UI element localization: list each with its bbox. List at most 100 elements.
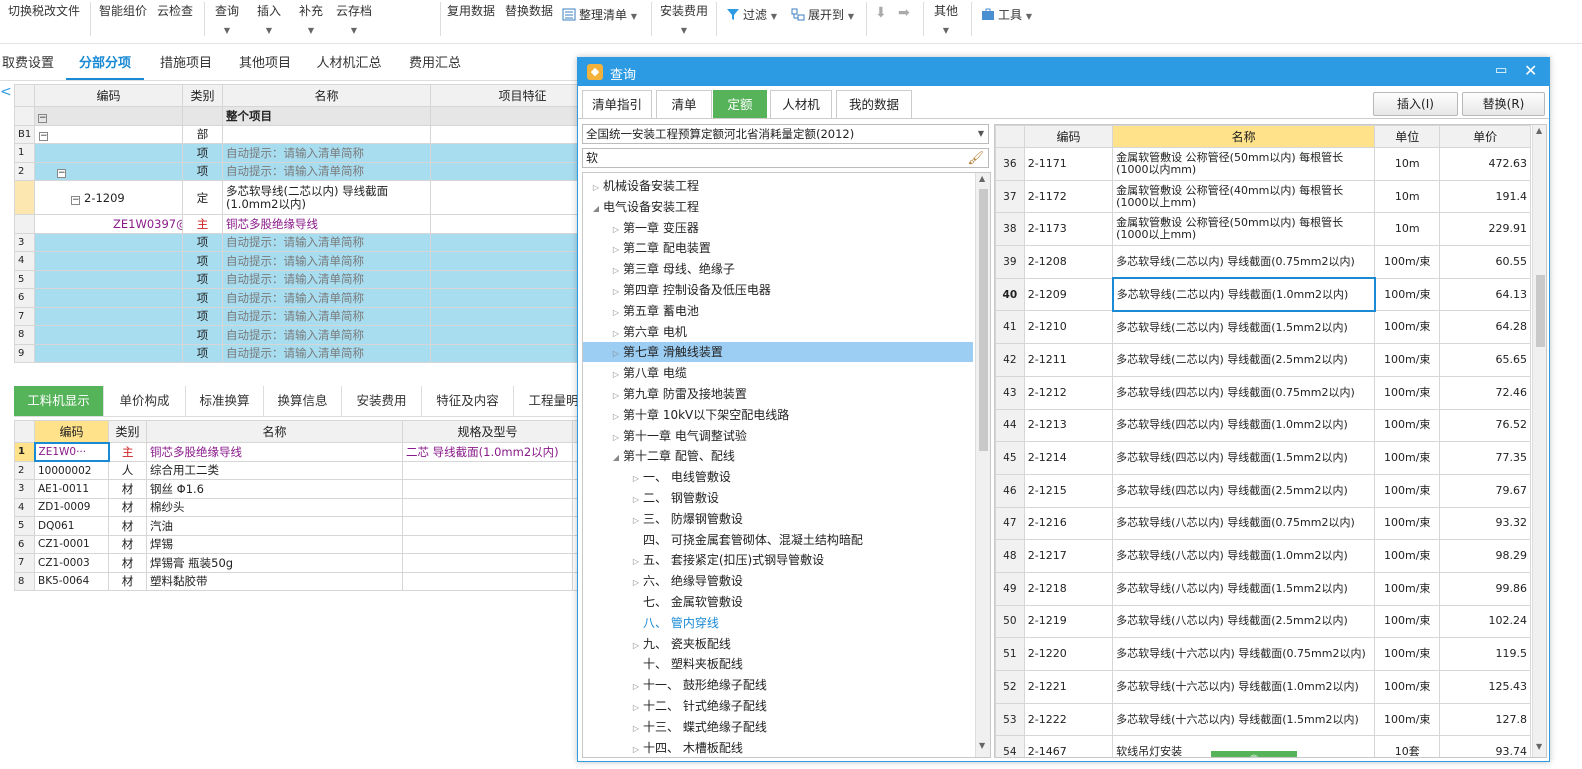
quota-grid-scrollbar[interactable]: ▲ ▼ — [1532, 125, 1546, 757]
price-cell[interactable]: 472.63 — [1439, 147, 1531, 181]
row-number[interactable]: 6 — [14, 288, 35, 308]
caret-right-icon[interactable]: ▷ — [629, 698, 643, 718]
price-cell[interactable]: 64.13 — [1439, 277, 1531, 312]
caret-right-icon[interactable]: ▷ — [629, 740, 643, 757]
tree-item[interactable]: ▷ 第八章 电缆 — [583, 363, 973, 383]
type-cell[interactable]: 部 — [182, 124, 223, 144]
code-cell[interactable]: CZ1-0001 — [34, 534, 109, 554]
code-cell[interactable]: ZD1-0009 — [34, 497, 109, 517]
table-row[interactable]: 6 项自动提示：请输入清单简称 — [14, 288, 578, 308]
price-cell[interactable]: 99.86 — [1439, 571, 1531, 606]
name-cell[interactable]: 多芯软导线(八芯以内) 导线截面(0.75mm2以内) — [1112, 506, 1376, 541]
price-cell[interactable]: 229.91 — [1439, 212, 1531, 247]
name-cell[interactable]: 金属软管敷设 公称管径(50mm以内) 每根管长(1000以内mm) — [1112, 147, 1376, 181]
row-number[interactable]: 6 — [14, 534, 35, 554]
row-number[interactable]: 41 — [995, 310, 1025, 345]
code-cell[interactable]: − — [34, 124, 183, 144]
name-cell[interactable]: 自动提示：请输入清单简称 — [222, 232, 431, 252]
code-cell[interactable]: 2-1215 — [1023, 473, 1114, 508]
table-row[interactable]: 41 2-1210 多芯软导线(二芯以内) 导线截面(1.5mm2以内) 100m/束… — [995, 310, 1531, 345]
unit-cell[interactable]: 100m/束 — [1374, 506, 1441, 541]
tree-item[interactable]: ▷ 第二章 配电装置 — [583, 238, 973, 258]
name-cell[interactable]: 金属软管敷设 公称管径(40mm以内) 每根管长(1000以上mm) — [1112, 179, 1376, 214]
caret-right-icon[interactable]: ▷ — [609, 365, 623, 385]
unit-cell[interactable]: 100m/束 — [1374, 637, 1441, 671]
caret-right-icon[interactable]: ▷ — [609, 282, 623, 302]
spec-cell[interactable] — [402, 571, 573, 591]
type-cell[interactable]: 定 — [182, 180, 223, 215]
insert-button[interactable]: 插入(I) — [1373, 92, 1458, 116]
table-row[interactable]: 53 2-1222 多芯软导线(十六芯以内) 导线截面(1.5mm2以内) 100m/… — [995, 702, 1531, 737]
name-cell[interactable]: 自动提示：请输入清单简称 — [222, 269, 431, 289]
tab-list-guide[interactable]: 清单指引 — [582, 90, 652, 118]
table-row[interactable]: 51 2-1220 多芯软导线(十六芯以内) 导线截面(0.75mm2以内) 100m… — [995, 637, 1531, 671]
table-row[interactable]: 2 10000002 人综合用工二类 — [14, 460, 578, 480]
expand-handle-icon[interactable]: ︽ — [1211, 751, 1297, 757]
code-cell[interactable]: ZE1W0··· — [33, 441, 110, 462]
tab-unit-price[interactable]: 单价构成 — [104, 386, 186, 416]
unit-cell[interactable]: 100m/束 — [1374, 539, 1441, 573]
table-row[interactable]: 40 2-1209 多芯软导线(二芯以内) 导线截面(1.0mm2以内) 100m/束… — [995, 277, 1531, 312]
row-number[interactable]: 53 — [995, 702, 1025, 737]
row-number[interactable] — [14, 180, 35, 215]
code-cell[interactable]: CZ1-0003 — [34, 553, 109, 573]
name-cell[interactable]: 铜芯多股绝缘导线 — [146, 442, 403, 462]
brush-clear-icon[interactable]: 🖌 — [967, 150, 984, 168]
row-number[interactable]: 40 — [995, 277, 1025, 312]
caret-down-icon[interactable]: ◢ — [589, 199, 603, 219]
code-cell[interactable] — [34, 343, 183, 363]
code-cell[interactable] — [34, 288, 183, 308]
name-cell[interactable]: 多芯软导线(四芯以内) 导线截面(1.0mm2以内) — [1112, 408, 1376, 443]
code-cell[interactable] — [34, 143, 183, 163]
name-cell[interactable]: 焊锡膏 瓶装50g — [146, 553, 403, 573]
feature-cell[interactable] — [430, 288, 578, 308]
price-cell[interactable]: 125.43 — [1439, 670, 1531, 704]
filter-button[interactable]: 过滤 ▼ — [726, 6, 777, 23]
table-row[interactable]: B1− 部 — [14, 124, 578, 144]
install-cost-button[interactable]: 安装费用 ▼ — [660, 2, 708, 35]
spec-cell[interactable] — [402, 479, 573, 499]
row-number[interactable]: 51 — [995, 637, 1025, 671]
row-number[interactable]: 5 — [14, 516, 35, 536]
table-row[interactable]: 36 2-1171 金属软管敷设 公称管径(50mm以内) 每根管长(1000以内m… — [995, 147, 1531, 181]
name-cell[interactable]: 铜芯多股绝缘导线 — [222, 214, 431, 234]
caret-right-icon[interactable]: ▷ — [609, 220, 623, 240]
table-row[interactable]: 45 2-1214 多芯软导线(四芯以内) 导线截面(1.5mm2以内) 100m/束… — [995, 441, 1531, 475]
reuse-data-button[interactable]: 复用数据 — [447, 2, 495, 19]
caret-right-icon[interactable]: ▷ — [609, 261, 623, 281]
caret-right-icon[interactable]: ▷ — [589, 178, 603, 198]
table-row[interactable]: 4 ZD1-0009 材棉纱头 — [14, 497, 578, 517]
type-cell[interactable]: 材 — [108, 571, 147, 591]
collapse-left-icon[interactable]: < — [0, 84, 12, 100]
table-row[interactable]: −2-1209 定多芯软导线(二芯以内) 导线截面(1.0mm2以内) — [14, 180, 578, 215]
replace-button[interactable]: 替换(R) — [1462, 92, 1545, 116]
tree-item[interactable]: ▷ 第五章 蓄电池 — [583, 301, 973, 321]
row-number[interactable]: 36 — [995, 147, 1025, 181]
name-cell[interactable]: 自动提示：请输入清单简称 — [222, 325, 431, 345]
name-cell[interactable]: 焊锡 — [146, 534, 403, 554]
name-cell[interactable]: 金属软管敷设 公称管径(50mm以内) 每根管长(1000以上mm) — [1112, 212, 1376, 247]
tree-item[interactable]: ▷ 第七章 滑触线装置 — [583, 342, 973, 363]
row-number[interactable]: 2 — [14, 460, 35, 480]
unit-cell[interactable]: 100m/束 — [1374, 343, 1441, 377]
type-cell[interactable]: 项 — [182, 269, 223, 289]
price-cell[interactable]: 79.67 — [1439, 473, 1531, 508]
code-cell[interactable]: 2-1172 — [1023, 179, 1114, 214]
unit-cell[interactable]: 100m/束 — [1374, 245, 1441, 279]
price-cell[interactable]: 119.5 — [1439, 637, 1531, 671]
type-cell[interactable]: 材 — [108, 534, 147, 554]
row-number[interactable]: 47 — [995, 506, 1025, 541]
code-cell[interactable]: 2-1220 — [1023, 637, 1114, 671]
price-cell[interactable]: 60.55 — [1439, 245, 1531, 279]
tab-install-cost[interactable]: 安装费用 — [342, 386, 422, 416]
code-cell[interactable]: 2-1221 — [1023, 670, 1114, 704]
row-number[interactable]: 37 — [995, 179, 1025, 214]
unit-cell[interactable]: 10套 — [1374, 735, 1441, 757]
name-cell[interactable]: 多芯软导线(四芯以内) 导线截面(1.5mm2以内) — [1112, 441, 1376, 475]
price-cell[interactable]: 127.8 — [1439, 702, 1531, 737]
code-cell[interactable]: DQ061 — [34, 516, 109, 536]
tree-item[interactable]: ▷ 第四章 控制设备及低压电器 — [583, 280, 973, 300]
code-cell[interactable]: 2-1213 — [1023, 408, 1114, 443]
name-cell[interactable]: 塑料黏胶带 — [146, 571, 403, 591]
caret-right-icon[interactable]: ▷ — [609, 407, 623, 427]
